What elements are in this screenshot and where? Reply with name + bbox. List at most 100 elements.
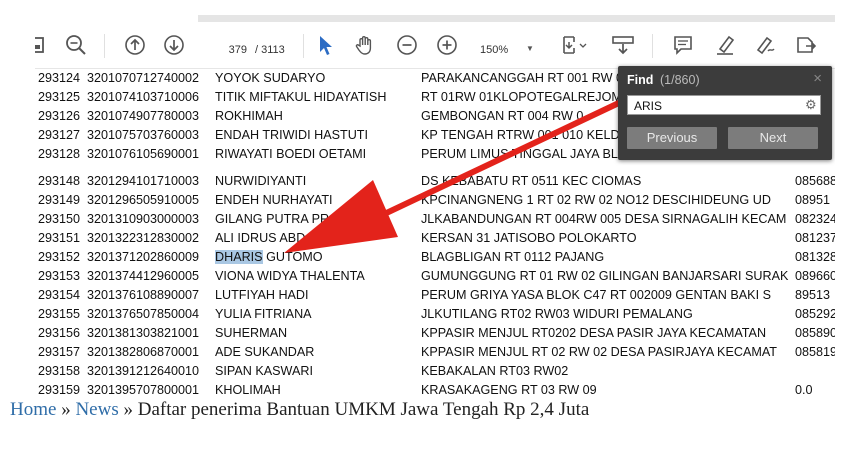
row-number: 293155 <box>38 307 81 321</box>
row-phone: 089660 <box>795 269 835 283</box>
row-number: 293153 <box>38 269 81 283</box>
next-button[interactable]: Next <box>728 127 818 149</box>
row-nik: 3201075703760003 <box>87 128 200 142</box>
row-phone: 082324 <box>795 212 835 226</box>
row-nik: 3201376507850004 <box>87 307 200 321</box>
row-phone: 0.0 <box>795 383 813 397</box>
stamp-icon[interactable] <box>793 33 819 57</box>
row-name: KHOLIMAH <box>215 383 281 397</box>
row-name: NURWIDIYANTI <box>215 174 307 188</box>
pdf-toolbar: 379 / 3113 150% ▼ <box>35 22 835 69</box>
row-name: YOYOK SUDARYO <box>215 71 326 85</box>
row-number: 293126 <box>38 109 81 123</box>
zoom-out-magnifier-icon[interactable] <box>64 33 88 57</box>
row-address: KPCINANGNENG 1 RT 02 RW 02 NO12 DESCIHID… <box>421 193 771 207</box>
row-phone: 081328 <box>795 250 835 264</box>
row-address: KRASAKAGENG RT 03 RW 09 <box>421 383 597 397</box>
row-phone: 085819 <box>795 345 835 359</box>
row-name: TITIK MIFTAKUL HIDAYATISH <box>215 90 387 104</box>
row-nik: 3201074103710006 <box>87 90 200 104</box>
row-phone: 085890 <box>795 326 835 340</box>
find-search-input[interactable]: ARIS <box>627 95 821 115</box>
scroll-mode-icon[interactable] <box>610 33 636 57</box>
row-name: ADE SUKANDAR <box>215 345 315 359</box>
row-name: SIPAN KASWARI <box>215 364 313 378</box>
row-nik: 3201074907780003 <box>87 109 200 123</box>
find-title: Find <box>627 73 654 87</box>
row-address: PERUM LIMUS TINGGAL JAYA BL <box>421 147 618 161</box>
save-icon[interactable] <box>35 33 47 57</box>
prev-page-icon[interactable] <box>123 33 147 57</box>
comment-icon[interactable] <box>671 33 695 57</box>
row-name: DHARIS GUTOMO <box>215 248 323 267</box>
row-nik: 3201371202860009 <box>87 250 200 264</box>
row-address: DS KEBABATU RT 0511 KEC CIOMAS <box>421 174 642 188</box>
zoom-plus-icon[interactable] <box>435 33 459 57</box>
row-address: KEBAKALAN RT03 RW02 <box>421 364 569 378</box>
row-number: 293154 <box>38 288 81 302</box>
zoom-dropdown-icon[interactable]: ▼ <box>526 44 534 53</box>
search-match-highlight: DHARIS <box>215 250 263 264</box>
row-address: KP TENGAH RTRW 001 010 KELDE <box>421 128 628 142</box>
row-nik: 3201382806870001 <box>87 345 200 359</box>
row-name: LUTFIYAH HADI <box>215 288 309 302</box>
row-phone: 085292 <box>795 307 835 321</box>
row-nik: 3201296505910005 <box>87 193 200 207</box>
row-nik: 3201070712740002 <box>87 71 200 85</box>
row-nik: 3201395707800001 <box>87 383 200 397</box>
row-nik: 3201381303821001 <box>87 326 200 340</box>
breadcrumb-home-link[interactable]: Home <box>10 399 56 420</box>
row-address: PERUM GRIYA YASA BLOK C47 RT 002009 GENT… <box>421 288 771 302</box>
pdf-screenshot: 379 / 3113 150% ▼ 293124 320107071274000… <box>35 15 835 400</box>
zoom-level[interactable]: 150% <box>480 41 508 59</box>
row-number: 293159 <box>38 383 81 397</box>
row-number: 293128 <box>38 147 81 161</box>
breadcrumb-current-page: Daftar penerima Bantuan UMKM Jawa Tengah… <box>137 399 590 420</box>
viewer-top-strip <box>198 15 835 22</box>
row-phone: 89513 <box>795 288 831 302</box>
sign-icon[interactable] <box>753 33 777 57</box>
row-address: RT 01RW 01KLOPOTEGALREJOMA <box>421 90 631 104</box>
row-name: VIONA WIDYA THALENTA <box>215 269 365 283</box>
breadcrumb: Home » News » Daftar penerima Bantuan UM… <box>10 399 589 421</box>
next-page-icon[interactable] <box>162 33 186 57</box>
row-name: ENDAH TRIWIDI HASTUTI <box>215 128 368 142</box>
row-number: 293124 <box>38 71 81 85</box>
find-panel: Find (1/860) × ARIS ⚙ Previous Next <box>618 66 832 160</box>
row-name: ALI IDRUS ABD <box>215 231 306 245</box>
row-name: YULIA FITRIANA <box>215 307 312 321</box>
row-nik: 3201374412960005 <box>87 269 200 283</box>
row-number: 293127 <box>38 128 81 142</box>
row-name: ENDEH NURHAYATI <box>215 193 333 207</box>
breadcrumb-separator: » <box>56 399 76 420</box>
highlight-pen-icon[interactable] <box>713 33 737 57</box>
row-name: GILANG PUTRA PRA <box>215 212 338 226</box>
zoom-minus-icon[interactable] <box>395 33 419 57</box>
row-nik: 3201322312830002 <box>87 231 200 245</box>
select-cursor-icon[interactable] <box>314 33 336 57</box>
row-address: BLAGBLIGAN RT 0112 PAJANG <box>421 250 605 264</box>
row-number: 293152 <box>38 250 81 264</box>
row-number: 293149 <box>38 193 81 207</box>
row-number: 293150 <box>38 212 81 226</box>
row-nik: 3201391212640010 <box>87 364 200 378</box>
row-number: 293156 <box>38 326 81 340</box>
hand-tool-icon[interactable] <box>353 33 377 57</box>
row-name: RIWAYATI BOEDI OETAMI <box>215 147 367 161</box>
row-address: KERSAN 31 JATISOBO POLOKARTO <box>421 231 637 245</box>
row-nik: 3201294101710003 <box>87 174 200 188</box>
row-nik: 3201076105690001 <box>87 147 200 161</box>
close-icon[interactable]: × <box>813 70 822 87</box>
row-phone: 081237 <box>795 231 835 245</box>
page-number-input[interactable]: 379 <box>207 41 247 59</box>
breadcrumb-news-link[interactable]: News <box>75 399 118 420</box>
gear-icon[interactable]: ⚙ <box>805 97 817 113</box>
row-name: SUHERMAN <box>215 326 288 340</box>
row-number: 293151 <box>38 231 81 245</box>
row-number: 293125 <box>38 90 81 104</box>
row-name-rest: GUTOMO <box>262 250 323 264</box>
row-name: ROKHIMAH <box>215 109 283 123</box>
row-address: JLKUTILANG RT02 RW03 WIDURI PEMALANG <box>421 307 693 321</box>
fit-page-icon[interactable] <box>559 33 589 57</box>
previous-button[interactable]: Previous <box>627 127 717 149</box>
